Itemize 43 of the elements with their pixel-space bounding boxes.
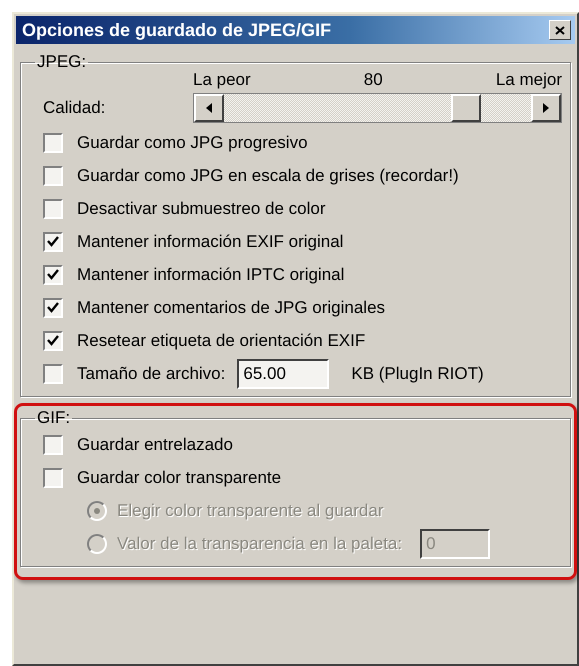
slider-label: Calidad:: [43, 98, 106, 118]
group-legend: GIF:: [35, 408, 72, 428]
slider-max-label: La mejor: [496, 70, 562, 90]
left-arrow-button[interactable]: [194, 94, 224, 122]
checkbox-label: Mantener información IPTC original: [77, 264, 344, 284]
checkbox-label: Resetear etiqueta de orientación EXIF: [77, 330, 366, 350]
checkmark-icon: [47, 335, 59, 346]
checkbox[interactable]: [43, 264, 63, 284]
checkmark-icon: [47, 236, 59, 247]
checkbox[interactable]: [43, 166, 63, 186]
checkbox-label: Desactivar submuestreo de color: [77, 198, 326, 218]
checkbox[interactable]: [43, 364, 63, 384]
checkbox-label: Mantener información EXIF original: [77, 232, 344, 252]
quality-slider[interactable]: [193, 93, 562, 123]
checkbox[interactable]: [43, 468, 63, 488]
left-arrow-icon: [206, 103, 212, 113]
checkbox-label: Guardar como JPG en escala de grises (recordar!): [77, 166, 459, 186]
slider-value: 80: [364, 70, 383, 90]
checkbox[interactable]: [43, 198, 63, 218]
checkbox[interactable]: [43, 132, 63, 152]
close-icon: [555, 26, 565, 34]
radio-label: Elegir color transparente al guardar: [117, 500, 384, 520]
checkbox-label: Tamaño de archivo:: [77, 364, 226, 384]
right-arrow-button[interactable]: [531, 94, 561, 122]
checkmark-icon: [47, 269, 59, 280]
right-arrow-icon: [543, 103, 549, 113]
checkbox-label: Mantener comentarios de JPG originales: [77, 298, 386, 318]
window-title: Opciones de guardado de JPEG/GIF: [22, 20, 332, 40]
checkbox-label: Guardar como JPG progresivo: [77, 132, 308, 152]
file-size-field[interactable]: 65.00: [237, 358, 330, 388]
group-legend: JPEG:: [35, 52, 88, 72]
slider-thumb[interactable]: [451, 94, 482, 122]
slider-min-label: La peor: [193, 70, 251, 90]
close-button[interactable]: [549, 20, 571, 40]
checkbox[interactable]: [43, 232, 63, 252]
checkmark-icon: [47, 302, 59, 313]
checkbox-label: Guardar color transparente: [77, 468, 282, 488]
checkbox[interactable]: [43, 298, 63, 318]
checkbox-label: Guardar entrelazado: [77, 434, 233, 454]
file-size-unit: KB (PlugIn RIOT): [351, 364, 484, 384]
checkbox[interactable]: [43, 434, 63, 454]
checkbox[interactable]: [43, 330, 63, 350]
radio-label: Valor de la transparencia en la paleta:: [117, 534, 402, 554]
